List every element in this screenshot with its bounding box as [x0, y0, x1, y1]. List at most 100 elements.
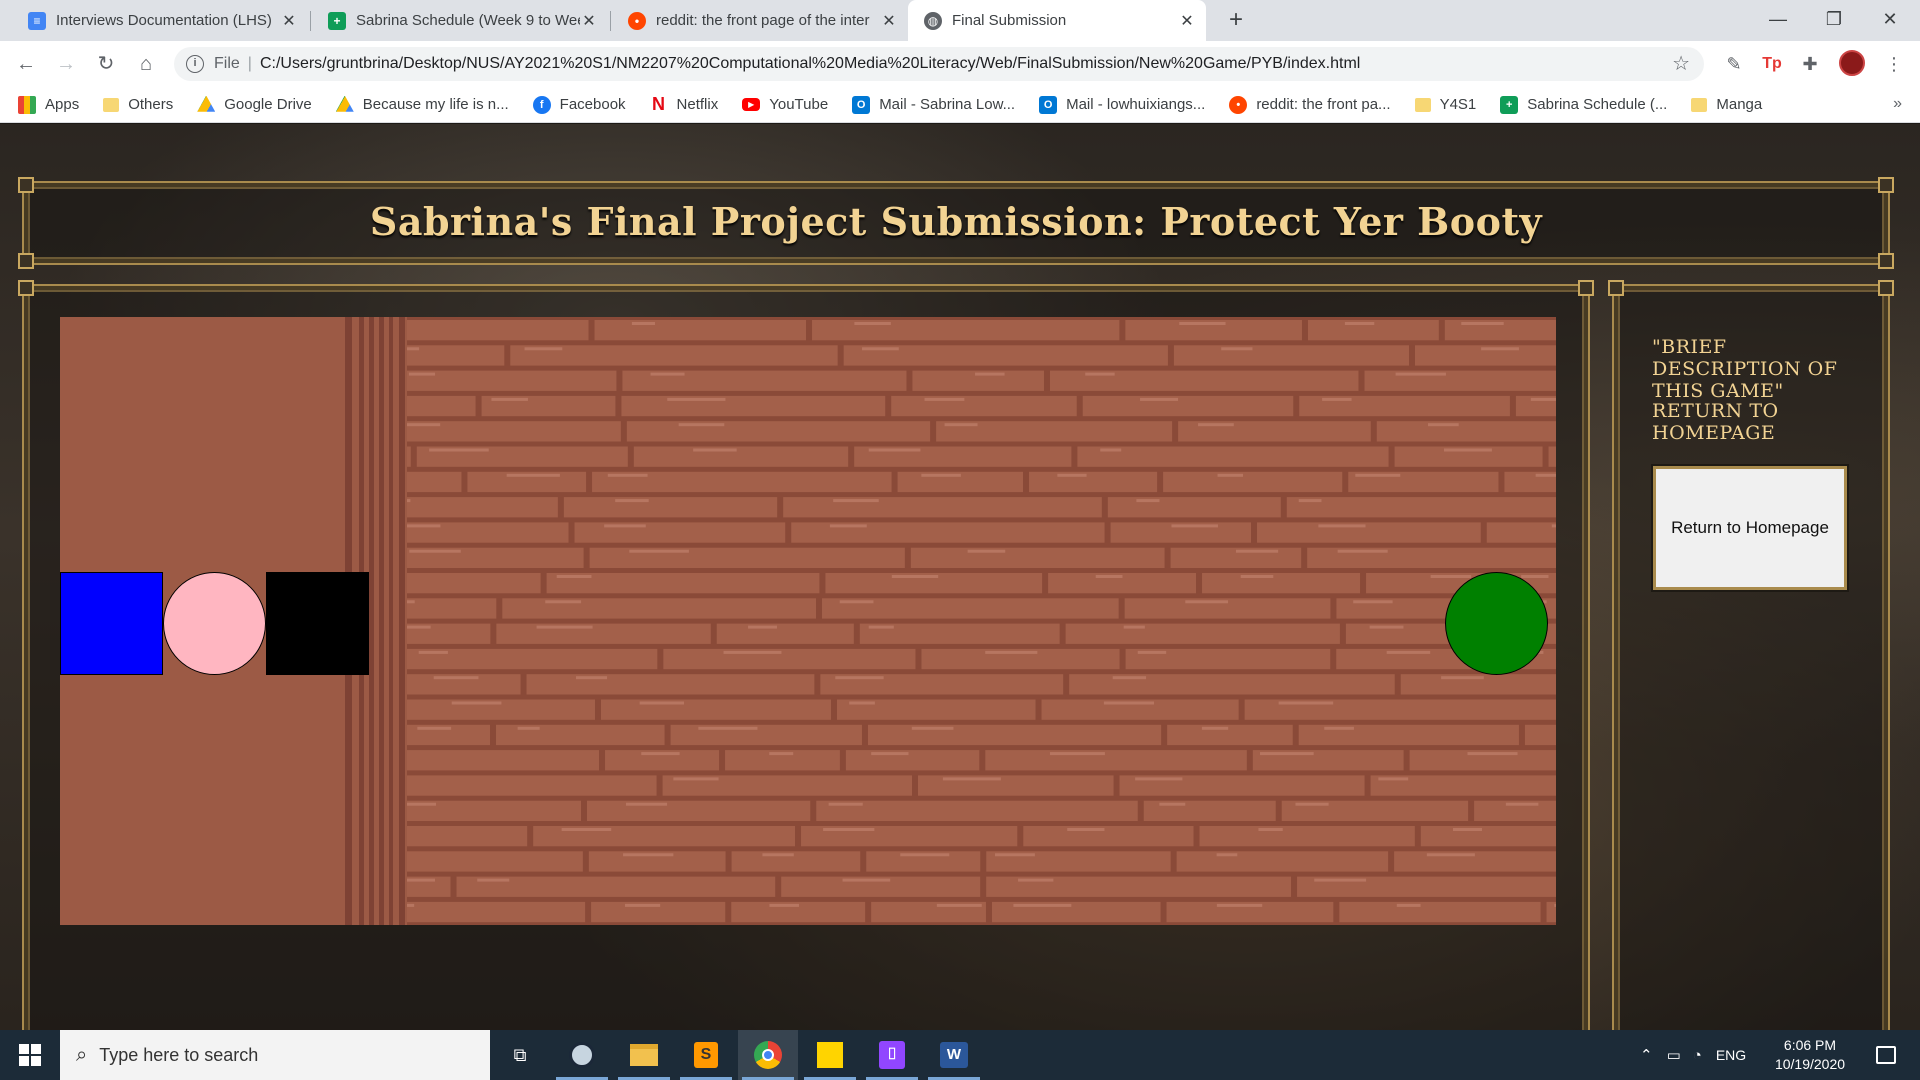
- tab-title: Interviews Documentation (LHS): [56, 12, 272, 29]
- title-frame: Sabrina's Final Project Submission: Prot…: [18, 177, 1894, 269]
- forward-icon[interactable]: →: [52, 50, 80, 78]
- taskbar-search-input[interactable]: ⌕ Type here to search: [60, 1030, 490, 1080]
- close-icon[interactable]: ✕: [280, 11, 298, 31]
- wooden-floor-planks: [407, 317, 1556, 925]
- bookmark-facebook[interactable]: f Facebook: [532, 95, 626, 114]
- address-bar[interactable]: i File | C:/Users/gruntbrina/Desktop/NUS…: [174, 47, 1704, 81]
- tab-title: reddit: the front page of the inter: [656, 12, 870, 29]
- docs-icon: ≡: [28, 11, 46, 30]
- wifi-icon[interactable]: ◔: [1693, 1047, 1702, 1064]
- bookmark-google-drive[interactable]: Google Drive: [197, 95, 312, 114]
- steam-icon[interactable]: [552, 1030, 612, 1080]
- info-icon[interactable]: i: [186, 55, 204, 73]
- bookmark-youtube[interactable]: ▶ YouTube: [742, 96, 828, 113]
- menu-kebab-icon[interactable]: ⋮: [1880, 50, 1908, 78]
- bookmark-label: Mail - lowhuixiangs...: [1066, 96, 1206, 113]
- bookmark-sabrina-schedule[interactable]: + Sabrina Schedule (...: [1500, 95, 1668, 114]
- reload-icon[interactable]: ↻: [92, 50, 120, 78]
- eyedropper-extension-icon[interactable]: ✎: [1720, 50, 1748, 78]
- address-url[interactable]: C:/Users/gruntbrina/Desktop/NUS/AY2021%2…: [260, 55, 1360, 73]
- bookmark-mail-sabrina[interactable]: O Mail - Sabrina Low...: [852, 95, 1016, 114]
- tp-extension-icon[interactable]: Tp: [1758, 50, 1786, 78]
- browser-toolbar: ← → ↻ ⌂ i File | C:/Users/gruntbrina/Des…: [0, 41, 1920, 87]
- home-icon[interactable]: ⌂: [132, 50, 160, 78]
- clock-date: 10/19/2020: [1774, 1056, 1846, 1072]
- tab-sabrina-schedule[interactable]: + Sabrina Schedule (Week 9 to Wee ✕: [312, 0, 608, 41]
- taskbar-clock[interactable]: 6:06 PM 10/19/2020: [1760, 1036, 1860, 1074]
- system-tray: ⌃ ▭ ◔ ENG: [1640, 1030, 1746, 1080]
- tab-title: Final Submission: [952, 12, 1067, 29]
- notifications-icon[interactable]: [1866, 1030, 1906, 1080]
- frame-ornament: [18, 177, 34, 193]
- sheets-icon: +: [1500, 95, 1519, 114]
- sheets-icon: +: [328, 11, 346, 30]
- frame-ornament: [1878, 280, 1894, 296]
- game-canvas[interactable]: [60, 317, 1556, 925]
- apps-grid-icon: [18, 95, 36, 114]
- frame-ornament: [1878, 253, 1894, 269]
- close-icon[interactable]: ✕: [880, 11, 898, 31]
- back-icon[interactable]: ←: [12, 50, 40, 78]
- tab-separator: [310, 11, 311, 31]
- bookmark-because-my-life[interactable]: Because my life is n...: [335, 95, 509, 114]
- bookmark-label: Mail - Sabrina Low...: [879, 96, 1016, 113]
- bookmarks-bar: Apps Others Google Drive Because my life…: [0, 87, 1920, 123]
- bookmark-label: Google Drive: [224, 96, 312, 113]
- language-indicator[interactable]: ENG: [1716, 1047, 1746, 1063]
- close-icon[interactable]: ✕: [580, 11, 598, 31]
- return-homepage-link[interactable]: Return to Homepage: [1652, 400, 1862, 444]
- clock-time: 6:06 PM: [1783, 1037, 1837, 1053]
- search-icon: ⌕: [76, 1043, 88, 1066]
- task-view-icon[interactable]: ⧉: [490, 1030, 550, 1080]
- close-icon[interactable]: ✕: [1178, 11, 1196, 31]
- bookmark-label: Facebook: [559, 96, 626, 113]
- chevron-up-icon[interactable]: ⌃: [1640, 1046, 1653, 1064]
- bookmark-others[interactable]: Others: [103, 96, 173, 113]
- green-circle[interactable]: [1445, 572, 1548, 675]
- outlook-icon: O: [852, 95, 871, 114]
- return-homepage-button[interactable]: Return to Homepage: [1653, 466, 1847, 590]
- blue-square[interactable]: [60, 572, 163, 675]
- bookmark-reddit[interactable]: • reddit: the front pa...: [1229, 95, 1391, 114]
- bookmarks-overflow-icon[interactable]: »: [1893, 95, 1902, 113]
- extensions-puzzle-icon[interactable]: ✚: [1796, 50, 1824, 78]
- outlook-icon: O: [1039, 95, 1058, 114]
- bookmark-label: Netflix: [676, 96, 719, 113]
- bookmark-netflix[interactable]: N Netflix: [650, 94, 719, 114]
- bookmark-label: Sabrina Schedule (...: [1527, 96, 1668, 113]
- page-viewport: Sabrina's Final Project Submission: Prot…: [0, 124, 1920, 1030]
- bookmark-label: Apps: [45, 96, 80, 113]
- windows-start-icon[interactable]: [0, 1030, 60, 1080]
- sublime-text-icon[interactable]: S: [676, 1030, 736, 1080]
- tab-interviews-documentation[interactable]: ≡ Interviews Documentation (LHS) ✕: [12, 0, 308, 41]
- bookmark-apps[interactable]: Apps: [18, 95, 80, 114]
- address-divider: |: [247, 55, 252, 72]
- battery-icon[interactable]: ▭: [1667, 1046, 1681, 1064]
- tab-title: Sabrina Schedule (Week 9 to Wee: [356, 12, 580, 29]
- tab-reddit[interactable]: • reddit: the front page of the inter ✕: [612, 0, 908, 41]
- chrome-icon[interactable]: [738, 1030, 798, 1080]
- close-window-icon[interactable]: ✕: [1862, 0, 1918, 41]
- tab-final-submission[interactable]: ◍ Final Submission ✕: [908, 0, 1206, 41]
- restore-icon[interactable]: ❐: [1806, 0, 1862, 41]
- file-explorer-icon[interactable]: [614, 1030, 674, 1080]
- pink-circle[interactable]: [163, 572, 266, 675]
- bookmark-mail-lowhuixiang[interactable]: O Mail - lowhuixiangs...: [1039, 95, 1206, 114]
- google-drive-icon: [335, 95, 354, 112]
- bookmark-manga[interactable]: Manga: [1691, 96, 1762, 113]
- windows-taskbar: ⌕ Type here to search ⧉ S ⌷ W ⌃ ▭ ◔ ENG …: [0, 1030, 1920, 1080]
- sticky-notes-icon[interactable]: [800, 1030, 860, 1080]
- word-icon[interactable]: W: [924, 1030, 984, 1080]
- minimize-icon[interactable]: —: [1750, 0, 1806, 41]
- facebook-icon: f: [532, 95, 551, 114]
- bookmark-star-icon[interactable]: ☆: [1672, 51, 1690, 76]
- bookmark-y4s1[interactable]: Y4S1: [1414, 96, 1476, 113]
- brief-description-link[interactable]: "Brief Description of this game": [1652, 336, 1862, 402]
- bookmark-label: Others: [128, 96, 174, 113]
- youtube-icon: ▶: [742, 98, 761, 111]
- new-tab-button[interactable]: +: [1222, 6, 1250, 34]
- twitch-icon[interactable]: ⌷: [862, 1030, 922, 1080]
- bookmark-label: YouTube: [769, 96, 829, 113]
- black-square[interactable]: [266, 572, 369, 675]
- profile-avatar[interactable]: [1838, 50, 1866, 78]
